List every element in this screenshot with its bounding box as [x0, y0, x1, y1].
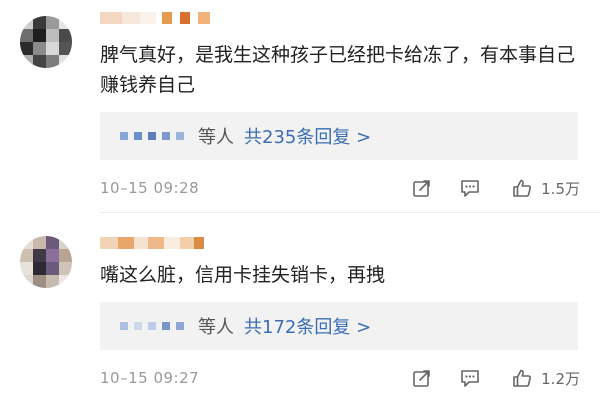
comment-text: 脾气真好，是我生这种孩子已经把卡给冻了，有本事自己赚钱养自己: [100, 44, 576, 96]
replies-who: 等人: [198, 317, 234, 338]
comment-icon[interactable]: [459, 367, 481, 389]
like-count: 1.2万: [541, 369, 580, 388]
share-icon[interactable]: [411, 177, 433, 199]
comment-actions: 1.2万: [411, 366, 580, 390]
comment-footer: 10–15 09:27 1.2万: [100, 366, 580, 390]
reply-users-blurred: [120, 132, 190, 140]
like-count: 1.5万: [541, 179, 580, 198]
comment-time: 10–15 09:28: [100, 179, 200, 197]
view-replies-link[interactable]: 共235条回复 >: [244, 123, 371, 149]
comment-icon[interactable]: [459, 177, 481, 199]
avatar[interactable]: [20, 236, 72, 288]
username-blurred[interactable]: [100, 236, 204, 250]
comment-actions: 1.5万: [411, 176, 580, 200]
avatar[interactable]: [20, 16, 72, 68]
comment-text: 嘴这么脏，信用卡挂失销卡，再拽: [100, 264, 386, 286]
username-blurred[interactable]: [100, 11, 210, 25]
comment-item: 脾气真好，是我生这种孩子已经把卡给冻了，有本事自己赚钱养自己 等人 共235条回…: [0, 0, 600, 213]
thumbs-up-icon[interactable]: [511, 177, 533, 199]
divider: [100, 212, 600, 213]
reply-users-blurred: [120, 322, 190, 330]
replies-preview[interactable]: 等人 共235条回复 >: [100, 112, 578, 160]
thumbs-up-icon[interactable]: [511, 367, 533, 389]
share-icon[interactable]: [411, 367, 433, 389]
replies-preview[interactable]: 等人 共172条回复 >: [100, 302, 578, 350]
replies-who: 等人: [198, 127, 234, 148]
view-replies-link[interactable]: 共172条回复 >: [244, 313, 371, 339]
comment-footer: 10–15 09:28 1.5万: [100, 176, 580, 200]
comment-item: 嘴这么脏，信用卡挂失销卡，再拽 等人 共172条回复 > 10–15 09:27…: [0, 222, 600, 400]
comment-time: 10–15 09:27: [100, 369, 200, 387]
